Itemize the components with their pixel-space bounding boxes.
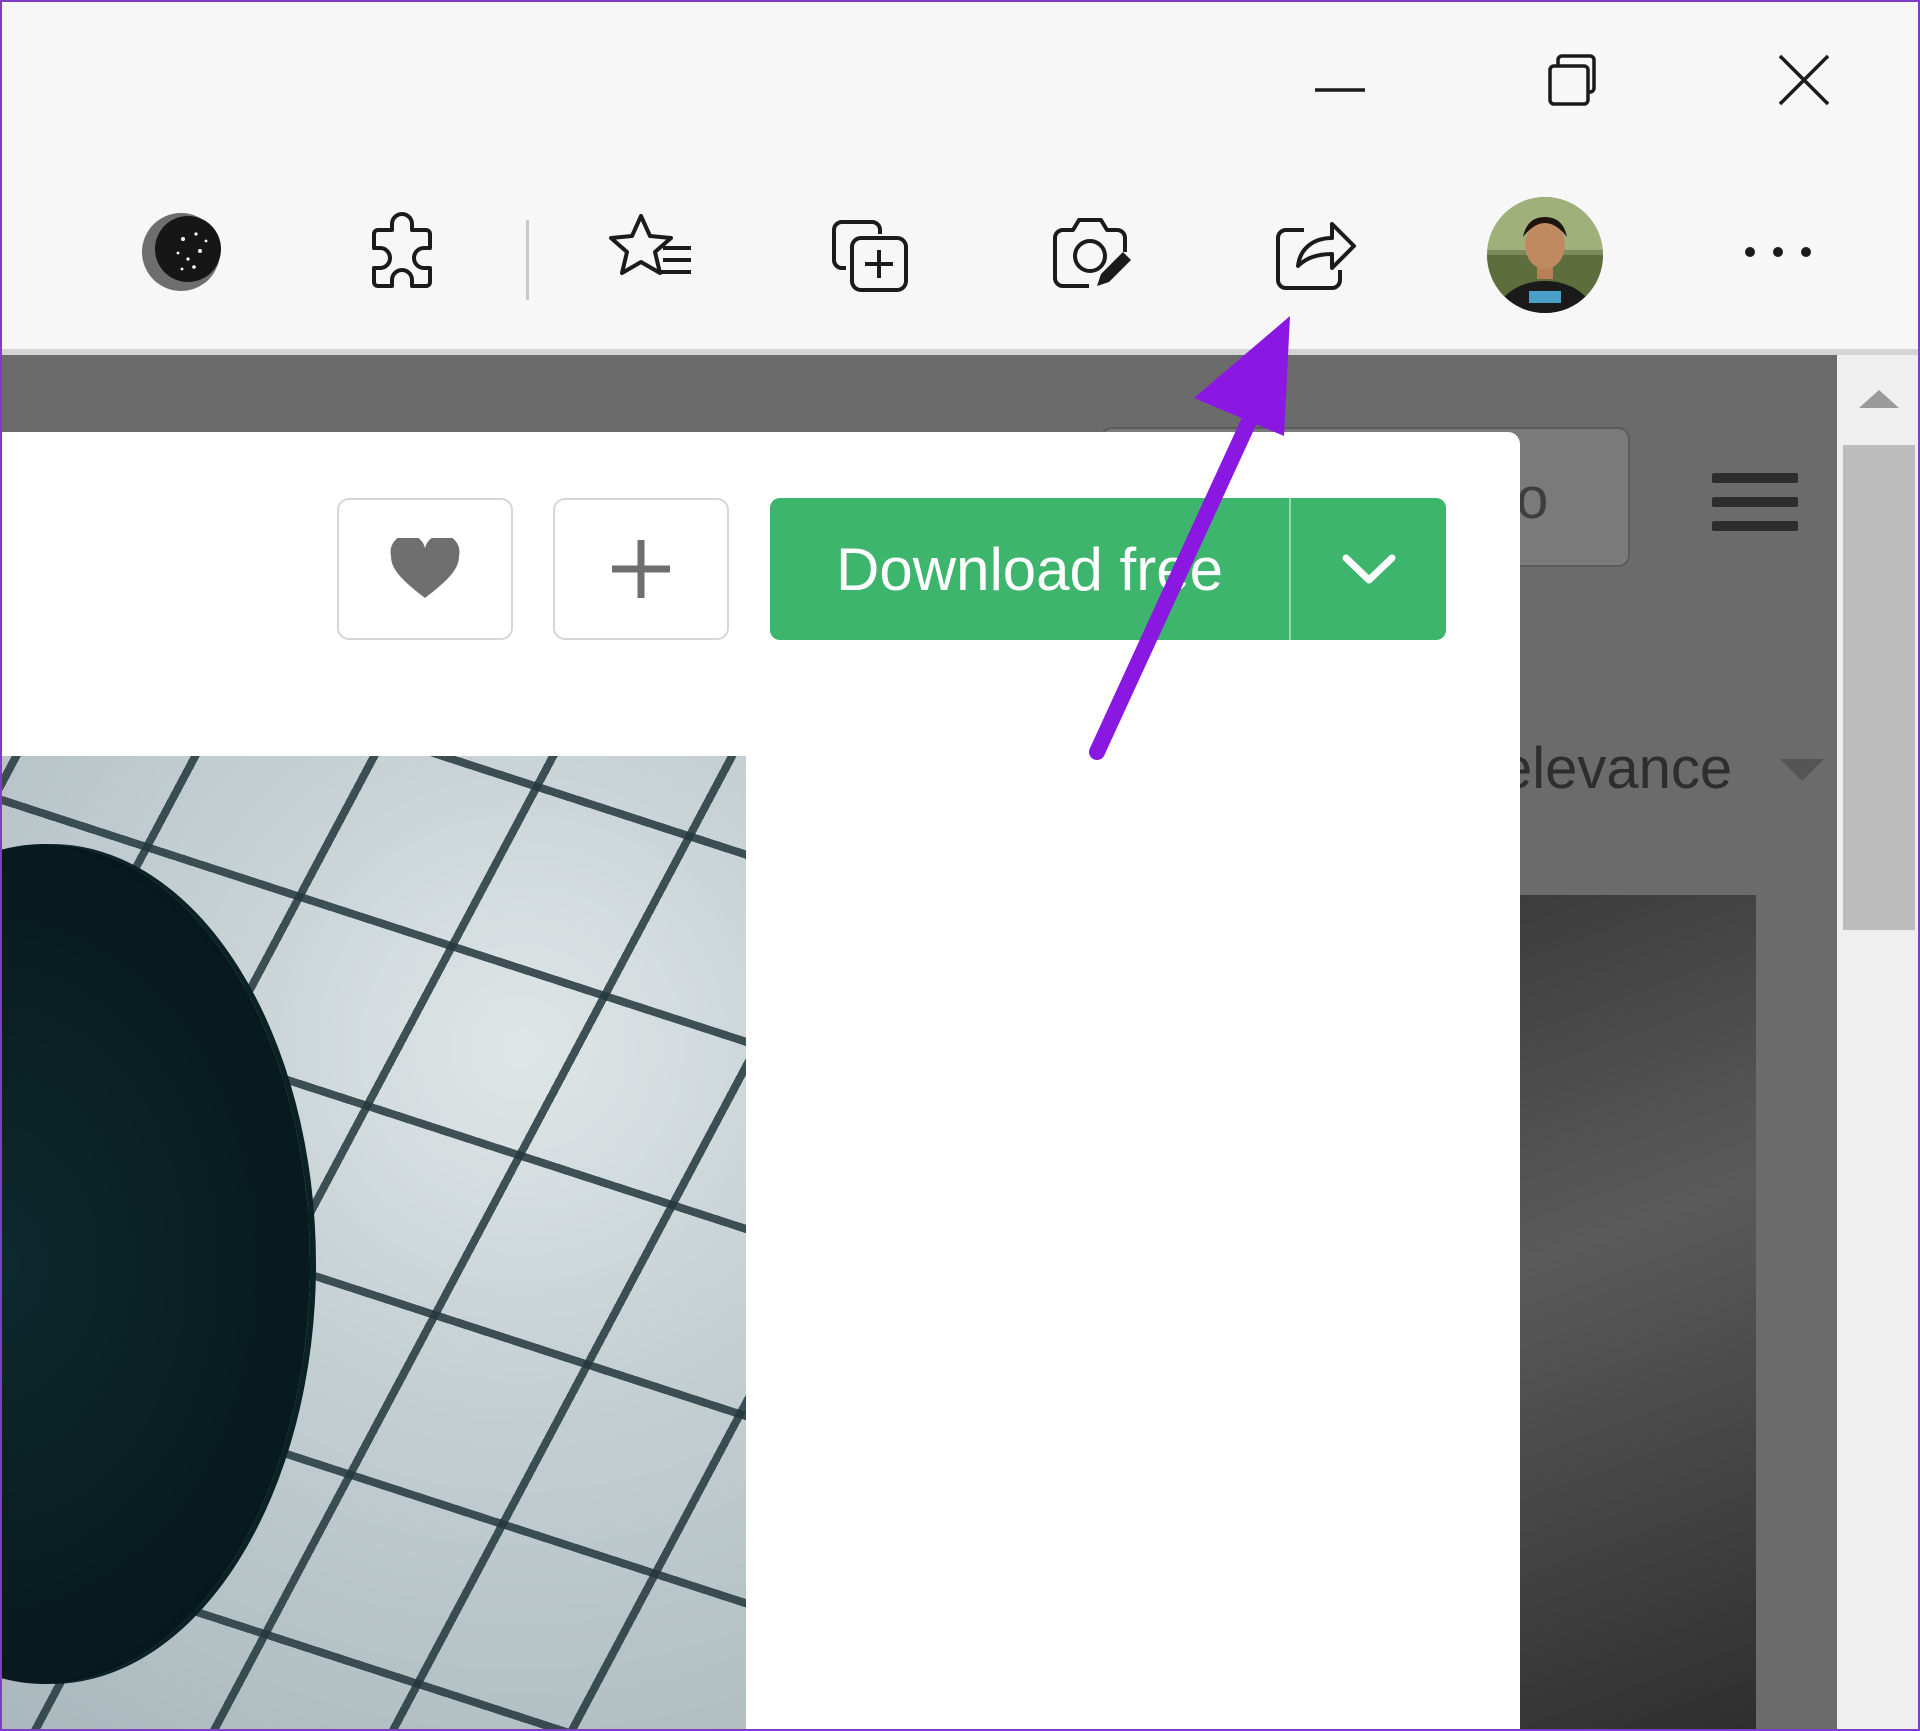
sort-dropdown-text: elevance: [1500, 736, 1733, 801]
background-photo: [1520, 895, 1756, 1731]
download-options-button[interactable]: [1291, 498, 1446, 640]
collections-button[interactable]: [818, 200, 922, 304]
favorites-button[interactable]: [598, 200, 702, 304]
photo-dark-disc: [0, 844, 310, 1684]
add-to-collection-button[interactable]: [553, 498, 729, 640]
browser-toolbar: [0, 150, 1920, 355]
extensions-puzzle-icon: [372, 212, 432, 288]
profile-button[interactable]: [1484, 194, 1606, 316]
plus-icon: [612, 540, 670, 598]
download-button-group: Download free: [770, 498, 1446, 640]
settings-more-button[interactable]: [1726, 200, 1830, 304]
web-capture-camera-icon: [1053, 218, 1131, 288]
minimize-icon: [1315, 88, 1365, 92]
restore-button[interactable]: [1532, 40, 1612, 120]
dark-reader-moon-icon: [142, 213, 221, 291]
hamburger-menu-icon: [1712, 473, 1798, 535]
minimize-button[interactable]: [1300, 40, 1380, 120]
more-dots-icon: [1745, 247, 1811, 257]
share-icon: [1276, 222, 1356, 290]
scroll-thumb[interactable]: [1843, 445, 1915, 930]
sort-caret-icon: [1780, 759, 1824, 781]
extensions-button[interactable]: [352, 200, 456, 304]
photo-preview: [0, 756, 746, 1731]
scroll-up-arrow-icon[interactable]: [1859, 390, 1899, 408]
share-button[interactable]: [1262, 200, 1366, 304]
close-button[interactable]: [1764, 40, 1844, 120]
toolbar-separator: [526, 220, 529, 300]
web-capture-button[interactable]: [1040, 200, 1144, 304]
title-bar: [0, 0, 1920, 150]
photo-modal: Download free: [0, 432, 1520, 1731]
heart-icon: [390, 538, 460, 598]
restore-icon: [1548, 54, 1596, 106]
dark-reader-extension-button[interactable]: [129, 200, 233, 304]
chevron-down-icon: [1342, 554, 1395, 584]
like-button[interactable]: [337, 498, 513, 640]
favorites-star-list-icon: [609, 214, 691, 275]
profile-avatar: [1487, 197, 1603, 313]
download-free-button[interactable]: Download free: [770, 498, 1289, 640]
collections-add-icon: [832, 220, 908, 292]
close-icon: [1778, 54, 1830, 106]
vertical-scrollbar[interactable]: [1837, 355, 1920, 1731]
